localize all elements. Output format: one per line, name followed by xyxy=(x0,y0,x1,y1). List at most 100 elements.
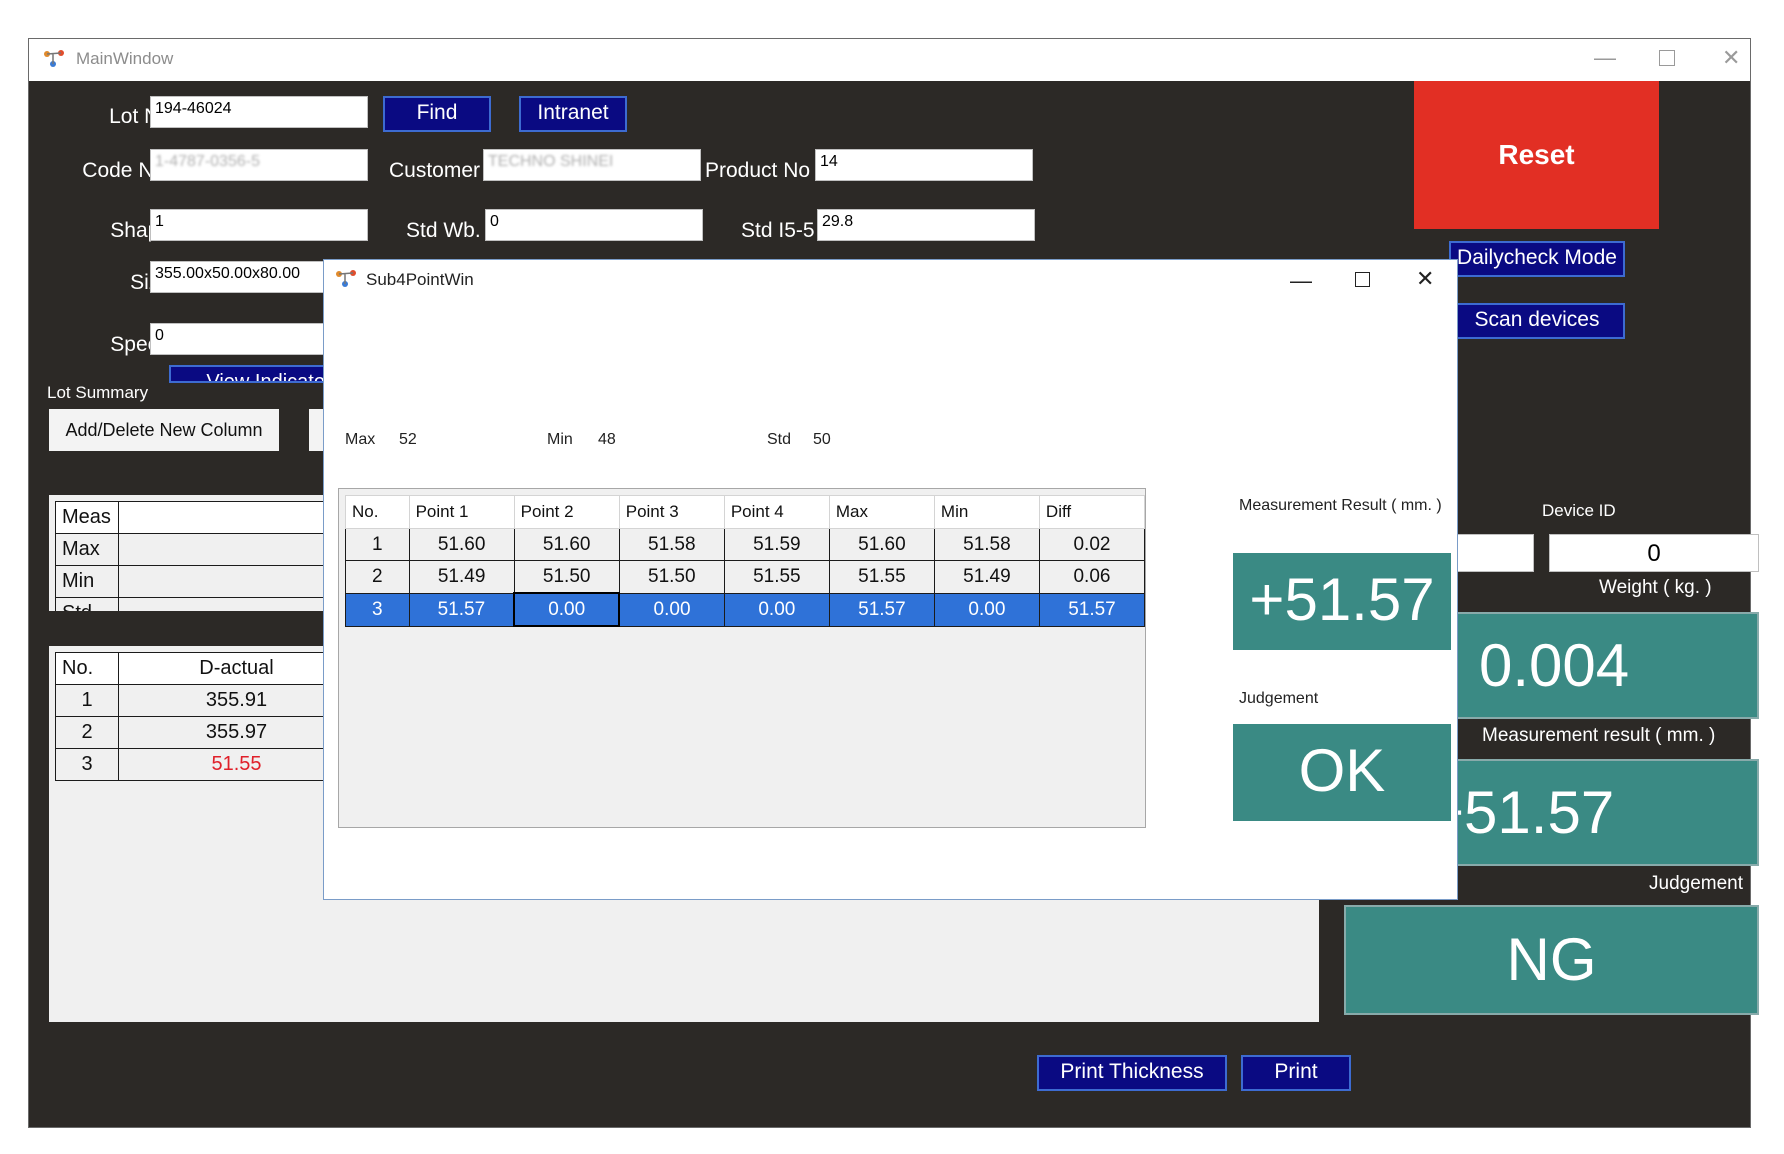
print-button[interactable]: Print xyxy=(1241,1055,1351,1091)
table-row[interactable]: 2 355.97 xyxy=(55,716,355,749)
table-row-selected[interactable]: 3 51.57 0.00 0.00 0.00 51.57 0.00 51.57 xyxy=(345,592,1146,627)
find-button[interactable]: Find xyxy=(383,96,491,132)
maximize-icon[interactable] xyxy=(1659,50,1675,66)
std-wb-label: Std Wb. xyxy=(406,219,481,242)
point-cell[interactable]: 0.02 xyxy=(1038,528,1146,561)
weight-display: 0.004 xyxy=(1439,612,1759,719)
sub-window-title: Sub4PointWin xyxy=(366,270,474,289)
sub-close-icon[interactable]: ✕ xyxy=(1416,266,1434,292)
table-row[interactable]: Min 353 xyxy=(55,565,344,598)
sub-window: Sub4PointWin — ✕ Max 52 Min 48 Std 50 No… xyxy=(323,259,1458,900)
point-cell[interactable]: 0.00 xyxy=(723,592,830,627)
point-cell[interactable]: 51.57 xyxy=(828,592,935,627)
device-id-field[interactable]: 0 xyxy=(1549,534,1759,572)
main-titlebar: MainWindow — ✕ xyxy=(29,39,1750,81)
point-cell[interactable]: 51.60 xyxy=(408,528,515,561)
summary-cell: Min xyxy=(55,565,119,598)
detail-cell: 2 xyxy=(55,716,119,749)
point-cell[interactable]: 3 xyxy=(345,592,410,627)
sub-maximize-icon[interactable] xyxy=(1355,272,1370,287)
code-no-value: 1-4787-0356-5 xyxy=(155,153,260,170)
detail-cell: 1 xyxy=(55,684,119,717)
std-value: 50 xyxy=(813,431,831,448)
summary-grid: Meas D.size Max 357 Min 353 Std 355 xyxy=(49,495,344,611)
print-thickness-button[interactable]: Print Thickness xyxy=(1037,1055,1227,1091)
header-point1: Point 1 xyxy=(408,495,515,529)
table-row[interactable]: 3 51.55 xyxy=(55,748,355,781)
measurement-display: +51.57 xyxy=(1439,759,1759,866)
minimize-icon[interactable]: — xyxy=(1594,47,1616,69)
table-row[interactable]: Std 355 xyxy=(55,597,344,611)
point-cell[interactable]: 1 xyxy=(345,528,410,561)
scan-devices-button[interactable]: Scan devices xyxy=(1449,303,1625,339)
point-cell[interactable]: 2 xyxy=(345,560,410,594)
point-header-row: No. Point 1 Point 2 Point 3 Point 4 Max … xyxy=(345,495,1146,529)
table-row[interactable]: 2 51.49 51.50 51.50 51.55 51.55 51.49 0.… xyxy=(345,560,1146,594)
summary-cell: Std xyxy=(55,597,119,611)
header-point2: Point 2 xyxy=(513,495,620,529)
table-row[interactable]: 1 355.91 xyxy=(55,684,355,717)
summary-cell: 355 xyxy=(118,597,344,611)
detail-cell: 355.97 xyxy=(118,716,355,749)
sub-measurement-label: Measurement Result ( mm. ) xyxy=(1239,497,1442,514)
sub-judgement-label: Judgement xyxy=(1239,690,1319,707)
point-cell-focused[interactable]: 0.00 xyxy=(513,592,621,627)
detail-cell: 51.55 xyxy=(118,748,355,781)
sub-minimize-icon[interactable]: — xyxy=(1290,268,1312,294)
point-cell[interactable]: 51.58 xyxy=(933,528,1040,561)
customer-field[interactable]: TECHNO SHINEI xyxy=(483,149,701,181)
weight-label: Weight ( kg. ) xyxy=(1599,577,1712,598)
point-cell[interactable]: 51.49 xyxy=(408,560,515,594)
std-wb-field[interactable]: 0 xyxy=(485,209,703,241)
judgement-display: NG xyxy=(1344,905,1759,1015)
product-no-field[interactable]: 14 xyxy=(815,149,1033,181)
point-cell[interactable]: 51.55 xyxy=(828,560,935,594)
detail-cell: 3 xyxy=(55,748,119,781)
detail-cell: 355.91 xyxy=(118,684,355,717)
header-max: Max xyxy=(828,495,935,529)
table-row[interactable]: 1 51.60 51.60 51.58 51.59 51.60 51.58 0.… xyxy=(345,528,1146,561)
lot-summary-label: Lot Summary xyxy=(47,383,149,402)
intranet-button[interactable]: Intranet xyxy=(519,96,627,132)
add-delete-column-button[interactable]: Add/Delete New Column xyxy=(49,409,279,451)
point-cell[interactable]: 0.00 xyxy=(618,592,725,627)
summary-cell: Max xyxy=(55,533,119,566)
point-cell[interactable]: 0.06 xyxy=(1038,560,1146,594)
device-id-small-field[interactable] xyxy=(1449,534,1534,572)
point-cell[interactable]: 51.58 xyxy=(618,528,725,561)
customer-label: Customer xyxy=(389,159,481,182)
point-cell[interactable]: 51.49 xyxy=(933,560,1040,594)
customer-value: TECHNO SHINEI xyxy=(488,153,614,170)
detail-header-no: No. xyxy=(55,652,119,685)
shape-field[interactable]: 1 xyxy=(150,209,368,241)
header-no: No. xyxy=(345,495,410,529)
point-cell[interactable]: 51.60 xyxy=(828,528,935,561)
point-cell[interactable]: 51.50 xyxy=(513,560,620,594)
std-15-5-field[interactable]: 29.8 xyxy=(817,209,1035,241)
sub-app-icon xyxy=(334,268,358,295)
max-label: Max xyxy=(345,431,376,448)
point-cell[interactable]: 51.59 xyxy=(723,528,830,561)
summary-header-row: Meas D.size xyxy=(55,501,344,534)
point-cell[interactable]: 51.50 xyxy=(618,560,725,594)
point-cell[interactable]: 51.55 xyxy=(723,560,830,594)
point-cell[interactable]: 51.57 xyxy=(408,592,515,627)
product-no-label: Product No xyxy=(705,159,811,182)
code-no-field[interactable]: 1-4787-0356-5 xyxy=(150,149,368,181)
summary-header-meas: Meas xyxy=(55,501,119,534)
point-cell[interactable]: 51.57 xyxy=(1038,592,1146,627)
close-icon[interactable]: ✕ xyxy=(1722,47,1740,69)
device-id-label: Device ID xyxy=(1542,501,1616,520)
lot-no-field[interactable]: 194-46024 xyxy=(150,96,368,128)
table-row[interactable]: Max 357 xyxy=(55,533,344,566)
sub-measurement-display: +51.57 xyxy=(1233,553,1451,650)
summary-cell: 357 xyxy=(118,533,344,566)
header-point3: Point 3 xyxy=(618,495,725,529)
point-cell[interactable]: 51.60 xyxy=(513,528,620,561)
reset-button[interactable]: Reset xyxy=(1414,81,1659,229)
point-grid: No. Point 1 Point 2 Point 3 Point 4 Max … xyxy=(338,488,1146,828)
point-cell[interactable]: 0.00 xyxy=(933,592,1040,627)
detail-header-dactual: D-actual xyxy=(118,652,355,685)
dailycheck-mode-button[interactable]: Dailycheck Mode xyxy=(1449,241,1625,277)
measurement-label: Measurement result ( mm. ) xyxy=(1482,725,1716,746)
